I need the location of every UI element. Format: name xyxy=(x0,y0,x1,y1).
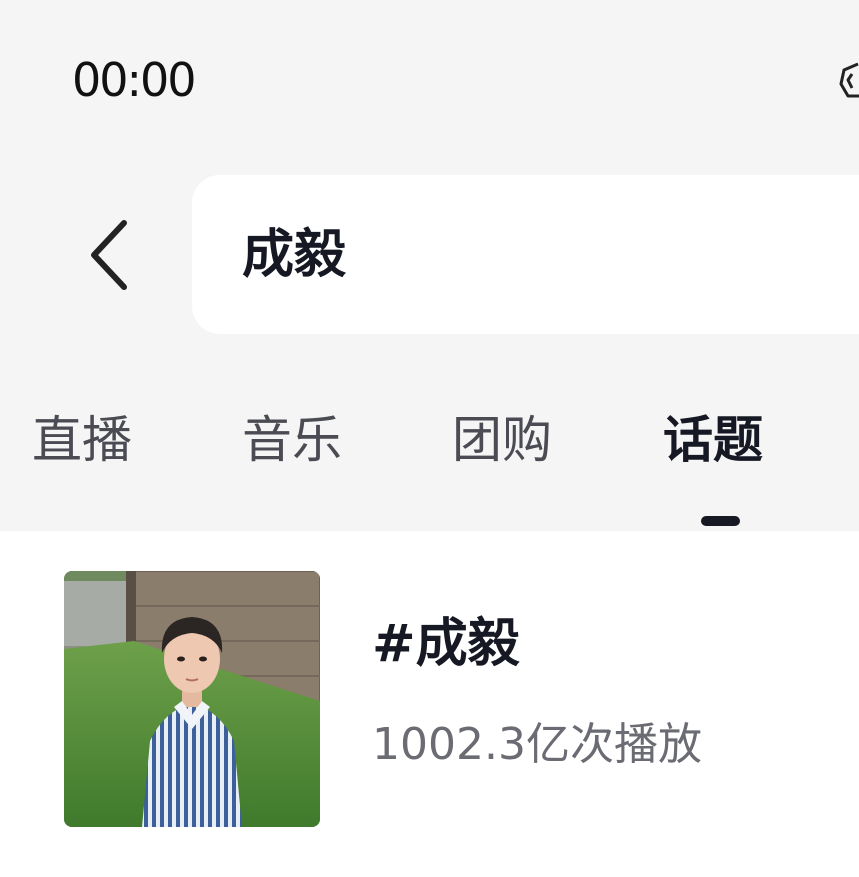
search-input[interactable]: 成毅 xyxy=(192,175,859,334)
back-button[interactable] xyxy=(72,210,142,300)
search-query: 成毅 xyxy=(242,225,347,285)
topic-cover-image xyxy=(64,571,320,827)
result-list: #成毅 1002.3亿次播放 xyxy=(0,531,859,877)
topic-result-item[interactable]: #成毅 1002.3亿次播放 xyxy=(0,531,859,851)
active-tab-indicator xyxy=(701,516,740,526)
topic-view-count: 1002.3亿次播放 xyxy=(372,719,702,770)
status-time: 00:00 xyxy=(72,53,197,107)
status-bar: 00:00 xyxy=(0,0,859,150)
tab-topics[interactable]: 话题 xyxy=(663,410,763,470)
tab-group-buy[interactable]: 团购 xyxy=(452,410,552,470)
notification-icon xyxy=(838,58,859,102)
tab-music[interactable]: 音乐 xyxy=(242,410,342,470)
tab-live[interactable]: 直播 xyxy=(32,410,132,470)
chevron-left-icon xyxy=(91,220,127,290)
topic-title: #成毅 xyxy=(372,614,520,674)
tab-bar: 直播 音乐 团购 话题 xyxy=(0,395,859,530)
